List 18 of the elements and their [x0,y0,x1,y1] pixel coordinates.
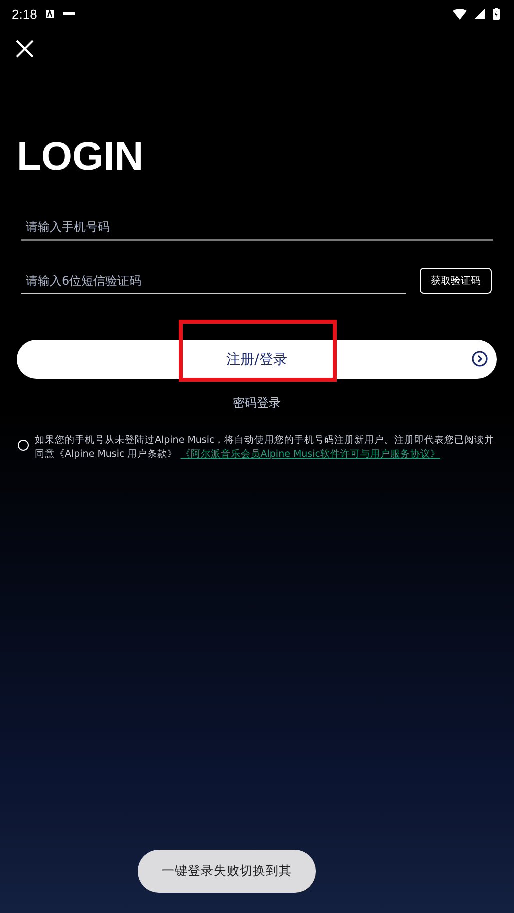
phone-input-field[interactable]: 请输入手机号码 [21,216,493,241]
get-code-button[interactable]: 获取验证码 [420,268,492,294]
agreement-radio[interactable] [18,440,29,451]
page-title: LOGIN [17,134,145,180]
battery-icon [493,8,500,20]
wifi-icon [453,8,467,20]
service-agreement-link[interactable]: 《阿尔派音乐会员Alpine Music软件许可与用户服务协议》 [180,449,440,460]
register-login-button[interactable]: 注册/登录 [17,340,497,379]
chevron-circle-icon [472,351,488,367]
password-login-link[interactable]: 密码登录 [229,391,285,416]
status-time: 2:18 [12,6,38,22]
agreement-text: 如果您的手机号从未登陆过Alpine Music，将自动使用您的手机号码注册新用户。注册即代表您已阅读并同意《Alpine Music 用户条款》 《阿尔派音乐会员Alpine Music软件许可与用户服务协议》 [35,434,496,462]
toast-message: 一键登录失败切换到其 [138,850,316,893]
notification-icon [45,9,56,19]
close-icon[interactable] [15,39,35,59]
code-input-field[interactable]: 请输入6位短信验证码 [21,270,406,294]
signal-icon [475,9,485,19]
minus-icon [63,12,76,16]
